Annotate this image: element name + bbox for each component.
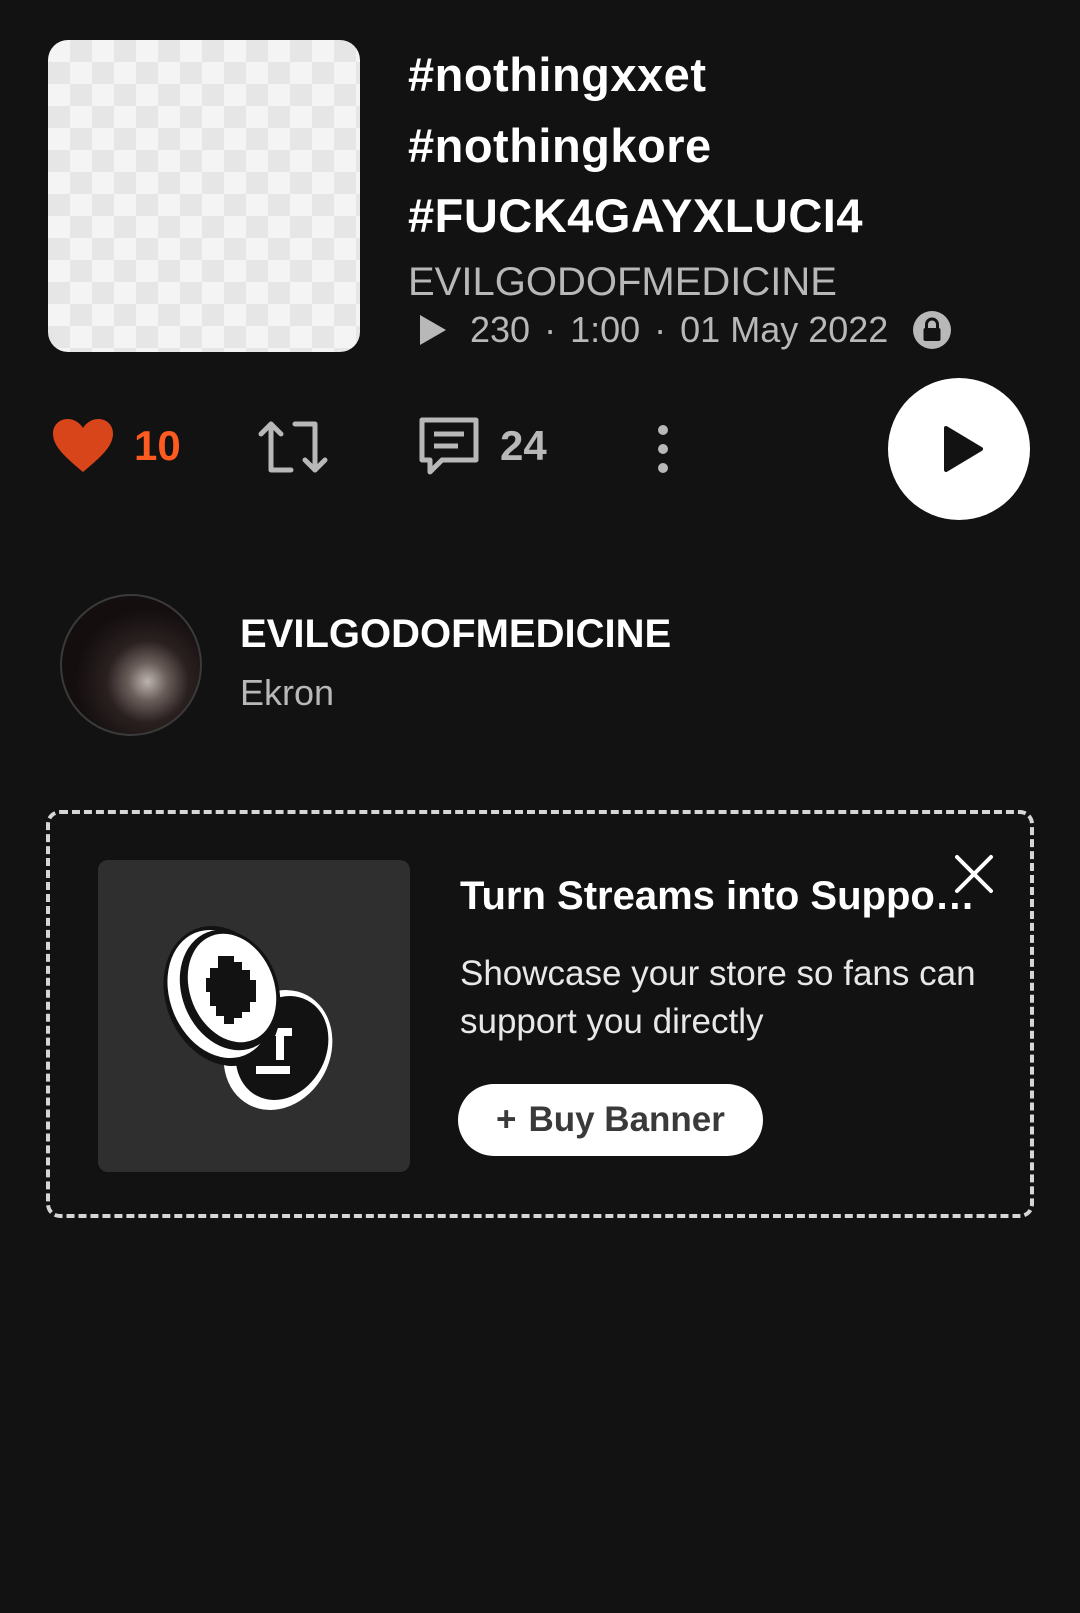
track-title-line-1: #nothingxxet <box>408 48 707 101</box>
plus-icon: + <box>496 1100 517 1139</box>
play-icon <box>944 426 983 472</box>
track-title-line-3: #FUCK4GAYXLUCI4 <box>408 189 863 242</box>
promo-image <box>98 860 410 1172</box>
promo-description: Showcase your store so fans can support … <box>460 954 976 1041</box>
promo-title: Turn Streams into Supporters <box>460 874 986 918</box>
more-vertical-icon[interactable] <box>656 424 670 474</box>
comment-count: 24 <box>500 422 547 469</box>
like-button[interactable]: 10 <box>52 418 181 474</box>
meta-separator: · <box>544 309 557 350</box>
track-duration: 1:00 <box>570 309 641 350</box>
repost-icon[interactable] <box>258 420 328 474</box>
close-icon[interactable] <box>954 854 994 894</box>
user-location: Ekron <box>240 672 335 713</box>
track-date: 01 May 2022 <box>680 309 889 350</box>
play-button[interactable] <box>888 378 1030 520</box>
user-name[interactable]: EVILGODOFMEDICINE <box>240 612 671 657</box>
track-meta: 230 · 1:00 · 01 May 2022 <box>418 304 952 356</box>
meta-separator: · <box>654 309 667 350</box>
buy-banner-label: Buy Banner <box>528 1100 725 1139</box>
promo-banner: Turn Streams into Supporters Showcase yo… <box>46 810 1034 1218</box>
like-count: 10 <box>134 422 181 469</box>
comment-button[interactable]: 24 <box>418 416 547 476</box>
track-artwork[interactable] <box>48 40 360 352</box>
play-count-icon <box>420 315 446 345</box>
user-avatar[interactable] <box>60 594 202 736</box>
comment-icon <box>419 417 479 475</box>
buy-banner-button[interactable]: + Buy Banner <box>458 1084 763 1156</box>
track-title-line-2: #nothingkore <box>408 119 712 172</box>
coins-icon <box>163 926 333 1110</box>
track-artist[interactable]: EVILGODOFMEDICINE <box>408 256 837 308</box>
heart-icon <box>53 419 113 472</box>
lock-icon <box>913 311 952 349</box>
play-count: 230 <box>470 309 531 350</box>
